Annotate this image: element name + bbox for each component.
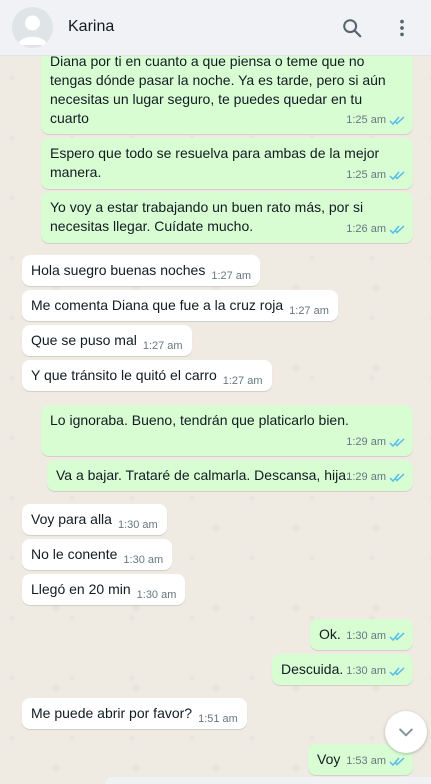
message-time: 1:51 am [198, 713, 238, 725]
message-incoming[interactable]: Me comenta Diana que fue a la cruz roja 1… [22, 290, 338, 321]
message-text: Llegó en 20 min [31, 581, 131, 597]
message-text: Me comenta Diana que fue a la cruz roja [31, 297, 284, 313]
chat-header: Karina [0, 0, 431, 56]
contact-avatar[interactable] [12, 7, 53, 48]
message-time: 1:53 am [346, 755, 386, 767]
message-meta: 1:30 am [346, 627, 405, 646]
chevron-down-icon [399, 728, 413, 737]
message-meta: 1:25 am [346, 166, 405, 185]
read-receipt-icon [389, 757, 405, 767]
message-time: 1:29 am [346, 436, 386, 448]
message-meta: 1:29 am [346, 433, 405, 452]
message-time: 1:27 am [289, 305, 329, 317]
message-incoming[interactable]: No le conente 1:30 am [22, 539, 173, 570]
message-time: 1:25 am [346, 169, 386, 181]
message-incoming[interactable]: Que se puso mal 1:27 am [22, 325, 192, 356]
scroll-to-bottom-button[interactable] [385, 711, 427, 753]
read-receipt-icon [389, 473, 405, 483]
message-outgoing[interactable]: Espero que todo se resuelva para ambas d… [41, 138, 413, 189]
message-incoming[interactable]: Voy para alla 1:30 am [22, 504, 167, 535]
read-receipt-icon [389, 438, 405, 448]
message-outgoing[interactable]: Va a bajar. Trataré de calmarla. Descans… [47, 460, 413, 491]
read-receipt-icon [389, 171, 405, 181]
message-incoming[interactable]: Y que tránsito le quitó el carro 1:27 am [22, 360, 272, 391]
more-vertical-icon [400, 19, 404, 37]
message-text: Me puede abrir por favor? [31, 705, 193, 721]
message-meta: 1:53 am [346, 752, 405, 771]
message-time: 1:27 am [222, 375, 263, 387]
message-time: 1:30 am [117, 519, 158, 531]
message-meta: 1:29 am [346, 468, 405, 487]
message-text: No le conente [31, 546, 118, 562]
message-time: 1:30 am [136, 589, 177, 601]
message-meta: 1:30 am [346, 662, 405, 681]
message-time: 1:30 am [346, 630, 386, 642]
default-avatar-icon [18, 15, 47, 45]
search-icon [343, 19, 362, 38]
message-meta: 1:25 am [346, 111, 405, 130]
message-text: Voy para alla [31, 511, 112, 527]
message-text: Que se puso mal [31, 332, 137, 348]
message-time: 1:30 am [346, 665, 386, 677]
message-time: 1:25 am [346, 114, 386, 126]
contact-name[interactable]: Karina [68, 18, 114, 36]
message-time: 1:26 am [346, 223, 386, 235]
read-receipt-icon [389, 632, 405, 642]
message-list[interactable]: Diana por ti en cuanto a que piensa o te… [0, 56, 431, 784]
message-incoming[interactable]: Hola suegro buenas noches 1:27 am [22, 255, 261, 286]
read-receipt-icon [389, 667, 405, 677]
search-button[interactable] [338, 14, 366, 42]
compose-bar-edge [105, 777, 431, 784]
message-outgoing[interactable]: Lo ignoraba. Bueno, tendrán que platicar… [41, 405, 413, 456]
message-outgoing[interactable]: Diana por ti en cuanto a que piensa o te… [41, 56, 413, 134]
message-time: 1:30 am [123, 554, 164, 566]
message-outgoing[interactable]: Descuida. 1:30 am [272, 654, 413, 685]
message-outgoing[interactable]: Yo voy a estar trabajando un buen rato m… [41, 192, 413, 243]
message-meta: 1:26 am [346, 220, 405, 239]
message-incoming[interactable]: Llegó en 20 min 1:30 am [22, 574, 186, 605]
read-receipt-icon [389, 116, 405, 126]
message-text: Lo ignoraba. Bueno, tendrán que platicar… [50, 412, 349, 428]
menu-button[interactable] [388, 14, 416, 42]
message-incoming[interactable]: Me puede abrir por favor? 1:51 am [22, 698, 247, 729]
message-text: Y que tránsito le quitó el carro [31, 367, 217, 383]
message-outgoing[interactable]: Ok. 1:30 am [310, 619, 413, 650]
message-text: Hola suegro buenas noches [31, 262, 206, 278]
message-time: 1:27 am [142, 340, 183, 352]
message-time: 1:27 am [211, 270, 252, 282]
read-receipt-icon [389, 225, 405, 235]
message-time: 1:29 am [346, 471, 386, 483]
